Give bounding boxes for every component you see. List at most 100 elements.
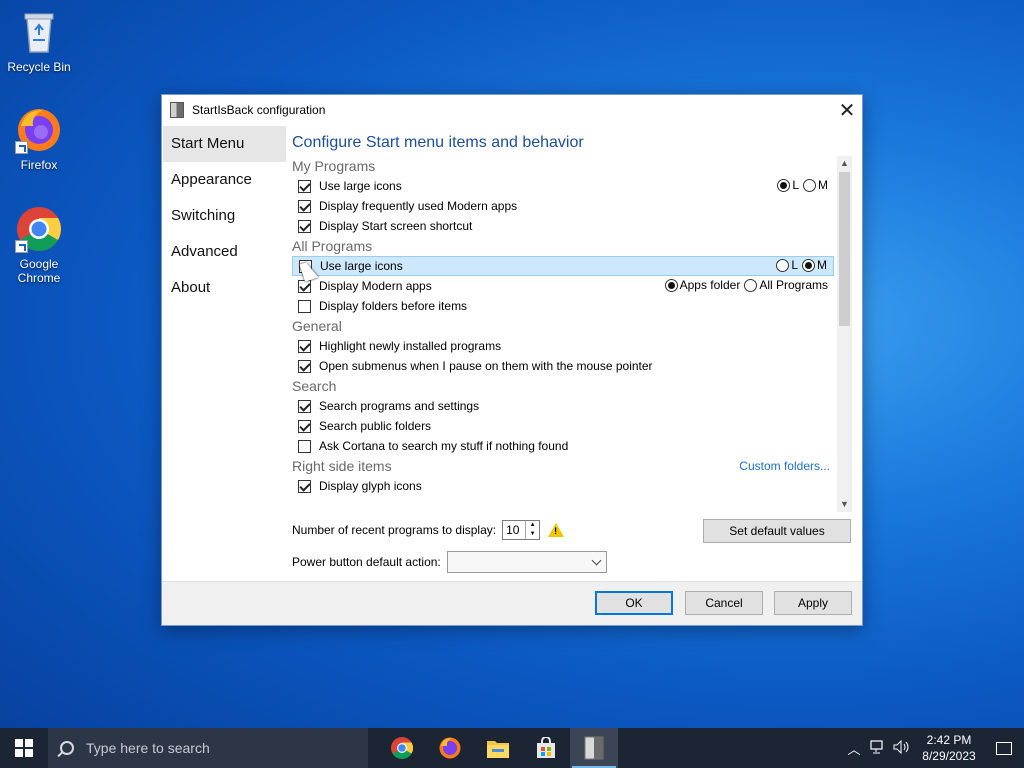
checkbox[interactable] [298,419,311,433]
desktop-icon-recycle-bin[interactable]: Recycle Bin [1,8,77,74]
settings-nav: Start Menu Appearance Switching Advanced… [163,126,286,581]
startisback-dialog: StartIsBack configuration ✕ Start Menu A… [161,94,863,626]
chrome-icon [15,205,63,253]
option-ask-cortana[interactable]: Ask Cortana to search my stuff if nothin… [292,436,834,456]
all-icon-size-options: L M [776,258,827,272]
search-icon [60,741,74,755]
stepper-up-icon[interactable]: ▲ [526,521,539,530]
radio-my-size-m[interactable]: M [803,178,828,192]
option-search-programs-settings[interactable]: Search programs and settings [292,396,834,416]
option-label: Highlight newly installed programs [319,339,502,353]
radio-my-size-l[interactable]: L [777,178,799,192]
network-icon[interactable] [866,739,890,757]
recent-programs-label: Number of recent programs to display: [292,523,497,537]
radio-all-programs[interactable]: All Programs [744,278,828,292]
taskbar-file-explorer[interactable] [474,728,522,768]
checkbox[interactable] [298,339,311,353]
taskbar-search-box[interactable]: Type here to search [48,728,368,768]
shortcut-arrow-icon [15,240,28,253]
taskbar-firefox[interactable] [426,728,474,768]
apply-button[interactable]: Apply [774,591,852,615]
desktop-icon-label: Firefox [20,158,58,172]
section-search: Search [292,378,337,394]
option-start-screen-shortcut[interactable]: Display Start screen shortcut [292,216,834,236]
clock-time: 2:42 PM [926,733,972,747]
settings-scrollbar[interactable]: ▲ ▼ [837,156,852,512]
scroll-down-icon[interactable]: ▼ [837,497,852,512]
desktop-icon-firefox[interactable]: Firefox [1,106,77,172]
windows-logo-icon [15,739,33,757]
option-display-modern-apps[interactable]: Display Modern apps Apps folder All Prog… [292,276,834,296]
custom-folders-link[interactable]: Custom folders... [739,456,830,476]
option-label: Search public folders [319,419,432,433]
checkbox[interactable] [298,299,311,313]
startisback-app-icon [170,102,184,118]
taskbar-store[interactable] [522,728,570,768]
option-folders-before-items[interactable]: Display folders before items [292,296,834,316]
nav-item-advanced[interactable]: Advanced [163,234,286,270]
nav-item-about[interactable]: About [163,270,286,306]
stepper-down-icon[interactable]: ▼ [526,530,539,539]
cancel-button[interactable]: Cancel [685,591,763,615]
recent-programs-stepper[interactable]: 10 ▲ ▼ [502,520,541,540]
scroll-thumb[interactable] [839,172,850,326]
settings-scroll-area: My Programs Use large icons L M Display … [292,156,852,512]
taskbar-chrome[interactable] [378,728,426,768]
desktop-icon-chrome[interactable]: Google Chrome [1,205,77,285]
option-label: Use large icons [319,179,402,193]
scroll-up-icon[interactable]: ▲ [837,156,852,171]
dialog-footer: OK Cancel Apply [162,581,862,625]
checkbox[interactable] [298,179,311,193]
nav-item-appearance[interactable]: Appearance [163,162,286,198]
search-placeholder: Type here to search [86,740,210,756]
volume-icon[interactable] [890,739,914,757]
option-frequent-modern-apps[interactable]: Display frequently used Modern apps [292,196,834,216]
nav-item-switching[interactable]: Switching [163,198,286,234]
taskbar: Type here to search ︿ 2:42 PM 8/29/2023 [0,728,1024,768]
desktop-icon-label: Google Chrome [17,257,61,285]
notification-center-icon[interactable] [984,741,1024,755]
power-button-setting: Power button default action: [292,551,607,573]
option-label: Display Modern apps [319,279,432,293]
checkbox[interactable] [298,359,311,373]
section-my-programs: My Programs [292,158,376,174]
option-highlight-new-programs[interactable]: Highlight newly installed programs [292,336,834,356]
radio-all-size-m[interactable]: M [802,258,827,272]
firefox-icon [439,737,461,759]
option-all-large-icons[interactable]: Use large icons L M [292,256,834,276]
close-icon[interactable]: ✕ [832,95,862,125]
radio-all-size-l[interactable]: L [776,258,798,272]
warning-icon: ! [548,523,565,537]
option-label: Open submenus when I pause on them with … [319,359,653,373]
modern-apps-location-options: Apps folder All Programs [664,278,828,292]
page-title: Configure Start menu items and behavior [292,134,584,151]
power-action-select[interactable] [446,551,607,573]
checkbox[interactable] [298,199,311,213]
option-search-public-folders[interactable]: Search public folders [292,416,834,436]
option-display-glyph-icons[interactable]: Display glyph icons [292,476,834,496]
dialog-titlebar[interactable]: StartIsBack configuration ✕ [162,95,862,125]
taskbar-clock[interactable]: 2:42 PM 8/29/2023 [914,732,984,764]
system-tray: ︿ 2:42 PM 8/29/2023 [842,728,1024,768]
option-label: Display frequently used Modern apps [319,199,518,213]
set-default-values-button[interactable]: Set default values [703,519,851,543]
radio-apps-folder[interactable]: Apps folder [664,278,740,292]
clock-date: 8/29/2023 [922,749,976,763]
checkbox[interactable] [298,479,311,493]
option-my-large-icons[interactable]: Use large icons L M [292,176,834,196]
nav-item-start-menu[interactable]: Start Menu [163,126,286,162]
ok-button[interactable]: OK [595,591,673,615]
checkbox[interactable] [298,219,311,233]
checkbox[interactable] [298,439,311,453]
section-general: General [292,318,342,334]
option-label: Use large icons [320,259,403,273]
start-button[interactable] [0,728,48,768]
option-open-submenus-on-hover[interactable]: Open submenus when I pause on them with … [292,356,834,376]
recent-programs-value[interactable]: 10 [503,521,525,539]
settings-content: Configure Start menu items and behavior … [292,131,852,512]
taskbar-startisback[interactable] [570,728,618,768]
show-hidden-icons-chevron-icon[interactable]: ︿ [842,739,866,758]
dialog-title: StartIsBack configuration [192,103,326,117]
checkbox[interactable] [298,399,311,413]
section-right-side-items: Right side items Custom folders... [292,456,834,476]
